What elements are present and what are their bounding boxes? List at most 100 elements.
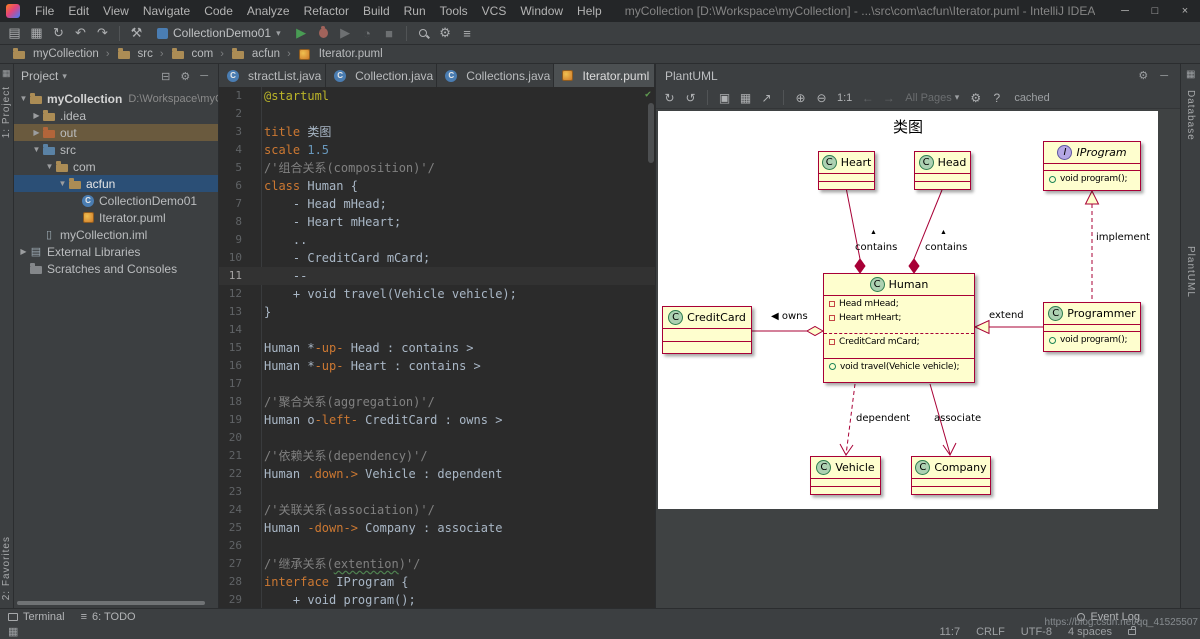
prev-page-icon[interactable]: ← bbox=[858, 88, 877, 108]
editor-scrollbar[interactable] bbox=[648, 103, 654, 163]
profiler-button[interactable]: ◔ bbox=[357, 23, 378, 44]
menu-window[interactable]: Window bbox=[513, 2, 570, 20]
line-number: 13 bbox=[219, 303, 252, 321]
tree-item-mycollection-iml[interactable]: ▯myCollection.iml bbox=[14, 226, 218, 243]
maven-icon[interactable]: ▦ bbox=[1186, 69, 1195, 80]
menu-tools[interactable]: Tools bbox=[433, 2, 475, 20]
tree-item-collectiondemo01[interactable]: CCollectionDemo01 bbox=[14, 192, 218, 209]
tool-button-plantuml[interactable]: PlantUML bbox=[1185, 246, 1196, 298]
actual-size-button[interactable]: 1:1 bbox=[833, 92, 856, 104]
help-icon[interactable]: ? bbox=[987, 88, 1006, 108]
tree-expanded-icon[interactable]: ▼ bbox=[57, 179, 68, 188]
stop-button[interactable]: ■ bbox=[379, 23, 400, 44]
menu-icon[interactable]: ≡ bbox=[457, 23, 478, 44]
debug-button[interactable] bbox=[313, 23, 334, 44]
window-controls: ─ □ × bbox=[1110, 0, 1200, 22]
menu-build[interactable]: Build bbox=[356, 2, 397, 20]
tree-collapsed-icon[interactable]: ▶ bbox=[18, 247, 29, 256]
zoom-in-icon[interactable]: ⊕ bbox=[791, 88, 810, 108]
tool-button-favorites[interactable]: 2: Favorites bbox=[1, 536, 12, 600]
search-everywhere-button[interactable] bbox=[413, 23, 434, 44]
tab-stractlist-java[interactable]: CstractList.java× bbox=[219, 64, 326, 87]
breadcrumb-item-mycollection[interactable]: myCollection bbox=[10, 48, 101, 61]
tree-item-src[interactable]: ▼src bbox=[14, 141, 218, 158]
tree-item-iterator-puml[interactable]: Iterator.puml bbox=[14, 209, 218, 226]
tab-collection-java[interactable]: CCollection.java× bbox=[326, 64, 437, 87]
tool-windows-grid-icon[interactable]: ▦ bbox=[8, 625, 18, 638]
tree-item-external-libraries[interactable]: ▶▤External Libraries bbox=[14, 243, 218, 260]
tree-item-idea[interactable]: ▶.idea bbox=[14, 107, 218, 124]
menu-navigate[interactable]: Navigate bbox=[136, 2, 197, 20]
tool-windows-grid-icon[interactable]: ▦ bbox=[2, 68, 11, 79]
menu-run[interactable]: Run bbox=[397, 2, 433, 20]
collapse-all-icon[interactable]: ⊟ bbox=[158, 70, 173, 83]
tool-button-project[interactable]: 1: Project bbox=[1, 86, 12, 138]
readonly-lock-icon[interactable] bbox=[1128, 629, 1136, 635]
tab-iterator-puml[interactable]: Iterator.puml× bbox=[554, 64, 655, 87]
menu-analyze[interactable]: Analyze bbox=[240, 2, 297, 20]
tool-button-todo[interactable]: ≡ 6: TODO bbox=[81, 611, 136, 623]
run-button[interactable]: ▶ bbox=[291, 23, 312, 44]
menu-file[interactable]: File bbox=[28, 2, 61, 20]
wrench-icon[interactable]: ⚙ bbox=[966, 88, 985, 108]
line-separator[interactable]: CRLF bbox=[976, 626, 1005, 638]
chevron-down-icon[interactable]: ▾ bbox=[62, 71, 67, 82]
tree-collapsed-icon[interactable]: ▶ bbox=[31, 111, 42, 120]
breadcrumb-item-acfun[interactable]: acfun bbox=[229, 48, 282, 61]
project-panel-title[interactable]: Project bbox=[21, 69, 58, 83]
pages-select[interactable]: All Pages ▾ bbox=[900, 92, 964, 104]
settings-button[interactable]: ⚙ bbox=[435, 23, 456, 44]
tree-collapsed-icon[interactable]: ▶ bbox=[31, 128, 42, 137]
menu-edit[interactable]: Edit bbox=[61, 2, 96, 20]
breadcrumb-item-com[interactable]: com bbox=[169, 48, 216, 61]
run-configuration-select[interactable]: CollectionDemo01 ▾ bbox=[151, 25, 287, 41]
next-page-icon[interactable]: → bbox=[879, 88, 898, 108]
caret-position[interactable]: 11:7 bbox=[939, 626, 960, 638]
line-number: 12 bbox=[219, 285, 252, 303]
tree-item-acfun[interactable]: ▼acfun bbox=[14, 175, 218, 192]
gear-icon[interactable]: ⚙ bbox=[1135, 69, 1151, 82]
tree-expanded-icon[interactable]: ▼ bbox=[44, 162, 55, 171]
reload-icon[interactable]: ↺ bbox=[681, 88, 700, 108]
breadcrumb-item-src[interactable]: src bbox=[115, 48, 155, 61]
undo-icon[interactable]: ↶ bbox=[70, 23, 91, 44]
uml-member: void program(); bbox=[1044, 172, 1140, 186]
tab-collections-java[interactable]: CCollections.java× bbox=[437, 64, 553, 87]
tree-item-out[interactable]: ▶out bbox=[14, 124, 218, 141]
open-icon[interactable]: ▤ bbox=[4, 23, 25, 44]
minimize-button[interactable]: ─ bbox=[1110, 0, 1140, 22]
tree-item-com[interactable]: ▼com bbox=[14, 158, 218, 175]
sync-icon[interactable]: ↻ bbox=[48, 23, 69, 44]
redo-icon[interactable]: ↷ bbox=[92, 23, 113, 44]
code-editor[interactable]: 1@startuml23title 类图4scale 1.55/'组合关系(co… bbox=[219, 87, 655, 608]
menu-view[interactable]: View bbox=[96, 2, 136, 20]
tree-item-mycollection[interactable]: ▼myCollectionD:\Workspace\myColle bbox=[14, 90, 218, 107]
tree-expanded-icon[interactable]: ▼ bbox=[18, 94, 29, 103]
tool-button-database[interactable]: Database bbox=[1185, 90, 1196, 141]
horizontal-scrollbar[interactable] bbox=[17, 601, 205, 605]
run-with-coverage-button[interactable]: ▶ bbox=[335, 23, 356, 44]
hide-panel-icon[interactable]: ─ bbox=[197, 70, 211, 82]
tree-expanded-icon[interactable]: ▼ bbox=[31, 145, 42, 154]
code-line: 13} bbox=[219, 303, 655, 321]
breadcrumb-item-iterator-puml[interactable]: Iterator.puml bbox=[296, 48, 385, 61]
uml-member-text: void travel(Vehicle vehicle); bbox=[840, 362, 959, 372]
close-button[interactable]: × bbox=[1170, 0, 1200, 22]
save-diagram-icon[interactable]: ▦ bbox=[736, 88, 755, 108]
menu-code[interactable]: Code bbox=[197, 2, 240, 20]
export-diagram-icon[interactable]: ↗ bbox=[757, 88, 776, 108]
tree-item-scratches-and-consoles[interactable]: Scratches and Consoles bbox=[14, 260, 218, 277]
gear-icon[interactable]: ⚙ bbox=[177, 70, 193, 83]
build-hammer-icon[interactable]: ⚒ bbox=[126, 23, 147, 44]
save-all-icon[interactable]: ▦ bbox=[26, 23, 47, 44]
menu-vcs[interactable]: VCS bbox=[475, 2, 514, 20]
refresh-icon[interactable]: ↻ bbox=[660, 88, 679, 108]
edge-label-extend: extend bbox=[989, 310, 1024, 321]
tool-button-terminal[interactable]: Terminal bbox=[8, 611, 65, 623]
zoom-out-icon[interactable]: ⊖ bbox=[812, 88, 831, 108]
hide-panel-icon[interactable]: ─ bbox=[1157, 70, 1171, 82]
copy-diagram-icon[interactable]: ▣ bbox=[715, 88, 734, 108]
menu-refactor[interactable]: Refactor bbox=[297, 2, 356, 20]
menu-help[interactable]: Help bbox=[570, 2, 609, 20]
maximize-button[interactable]: □ bbox=[1140, 0, 1170, 22]
